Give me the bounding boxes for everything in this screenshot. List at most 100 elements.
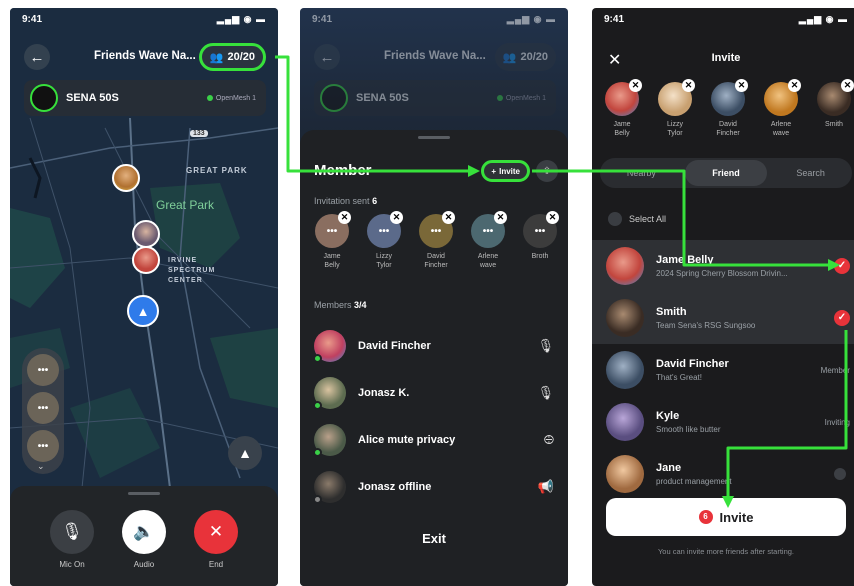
invited-item[interactable]: ••• ✕ Lizzy Tylor [360,211,408,284]
page-title: Invite [711,52,741,64]
remove-icon[interactable]: ✕ [494,211,507,224]
avatar[interactable]: ••• [27,354,59,386]
invited-list: ••• ✕ Jame Belly ••• ✕ Lizzy Tylor ••• ✕… [308,211,568,284]
checkbox-icon[interactable] [608,212,622,226]
selected-item[interactable]: ✕ Lizzy Tylor [655,79,695,146]
dimmed-map-header: ← Friends Wave Na... 👥 20/20 [300,42,568,72]
select-all[interactable]: Select All [608,212,666,226]
share-icon: ⇪ [542,165,552,177]
member-stack[interactable]: ••• ••• ••• ⌄ [22,348,64,474]
member-row[interactable]: Alice mute privacy ⨸ [313,422,554,458]
invited-item[interactable]: ••• ✕ David Fincher [412,211,460,284]
device-bar: SENA 50S OpenMesh 1 [314,80,556,116]
status-time: 9:41 [22,14,43,25]
friend-name: David Fincher [656,358,729,370]
share-button[interactable]: ⇪ [536,160,558,182]
tab-search[interactable]: Search [769,158,852,188]
megaphone-icon: 📢 [537,479,554,494]
remove-icon[interactable]: ✕ [629,79,642,92]
member-count-button[interactable]: 👥 20/20 [198,43,266,71]
invite-submit-button[interactable]: 6 Invite [606,498,846,536]
members-count: 3/4 [354,300,367,310]
selected-list: ✕ Jame Belly ✕ Lizzy Tylor ✕ David Finch… [602,79,854,146]
invited-item[interactable]: ••• ✕ Broth [516,211,564,284]
member-row[interactable]: David Fincher 🎙 [313,328,554,364]
status-bar: 9:41 ▂▄▆ ◉ ▬ [22,14,266,28]
member-name: David Fincher [358,340,431,352]
sheet-handle[interactable] [418,136,450,139]
group-icon: 👥 [209,51,224,64]
friend-row[interactable]: Jane product management [592,448,854,500]
invited-item[interactable]: ••• ✕ Jame Belly [308,211,356,284]
recenter-button[interactable]: ▲ [228,436,262,470]
remove-icon[interactable]: ✕ [735,79,748,92]
remove-icon[interactable]: ✕ [841,79,854,92]
remove-icon[interactable]: ✕ [338,211,351,224]
selected-item[interactable]: ✕ Smith [814,79,854,146]
signal-wifi-battery-icon: ▂▄▆ ◉ ▬ [506,14,556,24]
member-row[interactable]: Jonasz offline 📢 [313,469,554,505]
audio-button[interactable]: 🔈 [122,510,166,554]
back-button[interactable]: ← [24,44,50,70]
chevron-down-icon[interactable]: ⌄ [37,461,45,472]
remove-icon[interactable]: ✕ [390,211,403,224]
member-count: 20/20 [520,51,548,63]
mic-icon: 🎙 [537,338,554,353]
exit-button[interactable]: Exit [300,531,568,546]
map-label-great-park: GREAT PARK [186,166,248,175]
end-label: End [208,560,224,569]
members-label: Members 3/4 [314,300,367,310]
status-bar: 9:41 ▂▄▆ ◉ ▬ [312,14,556,28]
remove-icon[interactable]: ✕ [788,79,801,92]
selected-item[interactable]: ✕ Arlene wave [761,79,801,146]
friend-pin[interactable] [132,246,160,274]
avatar[interactable]: ••• [27,430,59,462]
selected-item[interactable]: ✕ David Fincher [708,79,748,146]
member-tag: Member [820,365,850,375]
avatar[interactable]: ••• [27,392,59,424]
online-dot-icon [313,401,322,410]
unchecked-icon[interactable] [834,468,846,480]
member-name: Jonasz K. [358,387,410,399]
invite-button[interactable]: + Invite [481,160,530,182]
checked-icon[interactable]: ✓ [834,310,850,326]
friend-row[interactable]: David Fincher That's Great! Member [592,344,854,396]
mic-button[interactable]: 🎙 [50,510,94,554]
avatar [606,403,644,441]
sheet-handle[interactable] [128,492,160,495]
member-row[interactable]: Jonasz K. 🎙 [313,375,554,411]
remove-icon[interactable]: ✕ [442,211,455,224]
avatar [313,471,346,504]
plus-icon: + [491,166,497,176]
invite-count-badge: 6 [698,510,713,524]
friend-pin[interactable] [132,220,160,248]
group-icon: 👥 [502,51,517,64]
friend-row[interactable]: Kyle Smooth like butter Inviting [592,396,854,448]
selected-item[interactable]: ✕ Jame Belly [602,79,642,146]
mic-icon: 🎙 [61,522,83,541]
back-button: ← [314,44,340,70]
invite-screen: 9:41 ▂▄▆ ◉ ▬ ✕ Invite ✕ Jame Belly ✕ Liz… [592,8,854,586]
remove-icon[interactable]: ✕ [546,211,559,224]
invite-label: Invite [499,166,520,176]
checked-icon[interactable]: ✓ [834,258,850,274]
end-button[interactable]: ✕ [194,510,238,554]
online-dot-icon [313,448,322,457]
tab-nearby[interactable]: Nearby [600,158,683,188]
invited-name: Arlene wave [477,253,499,269]
selected-name: Arlene wave [770,121,792,137]
friend-status: product management [656,477,732,486]
online-dot-icon [496,95,503,101]
remove-icon[interactable]: ✕ [682,79,695,92]
invited-name: Broth [531,253,549,260]
audio-label: Audio [133,560,155,569]
headset-icon [320,84,348,112]
friend-row[interactable]: Jame Belly 2024 Spring Cherry Blossom Dr… [592,240,854,292]
invite-footnote: You can invite more friends after starti… [657,547,795,556]
status-time: 9:41 [604,14,625,25]
device-bar[interactable]: SENA 50S OpenMesh 1 [24,80,266,116]
invited-item[interactable]: ••• ✕ Arlene wave [464,211,512,284]
tab-friend[interactable]: Friend [684,160,768,186]
friend-pin[interactable] [112,164,140,192]
friend-row[interactable]: Smith Team Sena's RSG Sungsoo ✓ [592,292,854,344]
